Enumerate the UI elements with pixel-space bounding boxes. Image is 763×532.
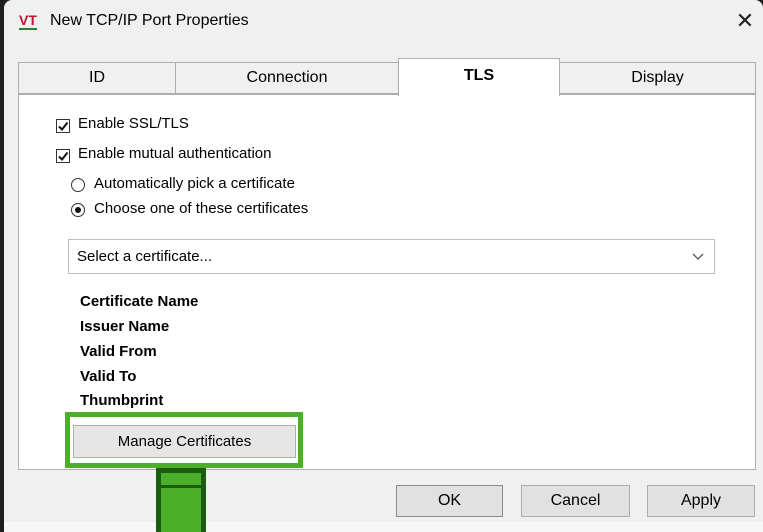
checkmark-icon	[58, 151, 69, 162]
window-title: New TCP/IP Port Properties	[50, 12, 249, 29]
cancel-button[interactable]: Cancel	[521, 485, 630, 517]
issuer-name-label: Issuer Name	[80, 318, 170, 335]
choose-cert-radio[interactable]	[71, 203, 85, 217]
ok-button[interactable]: OK	[396, 485, 503, 517]
highlight-box	[65, 412, 303, 468]
valid-to-label: Valid To	[80, 368, 137, 385]
checkmark-icon	[58, 121, 69, 132]
bottom-strip	[4, 522, 763, 532]
apply-button[interactable]: Apply	[647, 485, 755, 517]
thumbprint-label: Thumbprint	[80, 392, 164, 409]
valid-from-label: Valid From	[80, 343, 157, 360]
certificate-select[interactable]: Select a certificate...	[68, 239, 715, 274]
choose-cert-label: Choose one of these certificates	[94, 200, 309, 217]
certificate-name-label: Certificate Name	[80, 293, 199, 310]
pointer-arrow	[156, 468, 206, 532]
tab-connection[interactable]: Connection	[175, 62, 399, 94]
app-logo-icon: VT	[17, 13, 39, 33]
enable-ssl-checkbox[interactable]	[56, 119, 70, 133]
enable-ssl-label: Enable SSL/TLS	[78, 115, 189, 132]
mutual-auth-checkbox[interactable]	[56, 149, 70, 163]
auto-pick-label: Automatically pick a certificate	[94, 175, 295, 192]
mutual-auth-label: Enable mutual authentication	[78, 145, 272, 162]
tab-display[interactable]: Display	[559, 62, 756, 94]
dialog-window: VT New TCP/IP Port Properties ✕ ID Conne…	[4, 0, 763, 532]
title-bar[interactable]: VT New TCP/IP Port Properties ✕	[4, 0, 763, 44]
tab-id[interactable]: ID	[18, 62, 176, 94]
chevron-down-icon	[692, 253, 704, 260]
auto-pick-radio[interactable]	[71, 178, 85, 192]
certificate-select-value: Select a certificate...	[77, 248, 213, 265]
tab-tls[interactable]: TLS	[398, 58, 560, 96]
close-button[interactable]: ✕	[730, 6, 760, 36]
